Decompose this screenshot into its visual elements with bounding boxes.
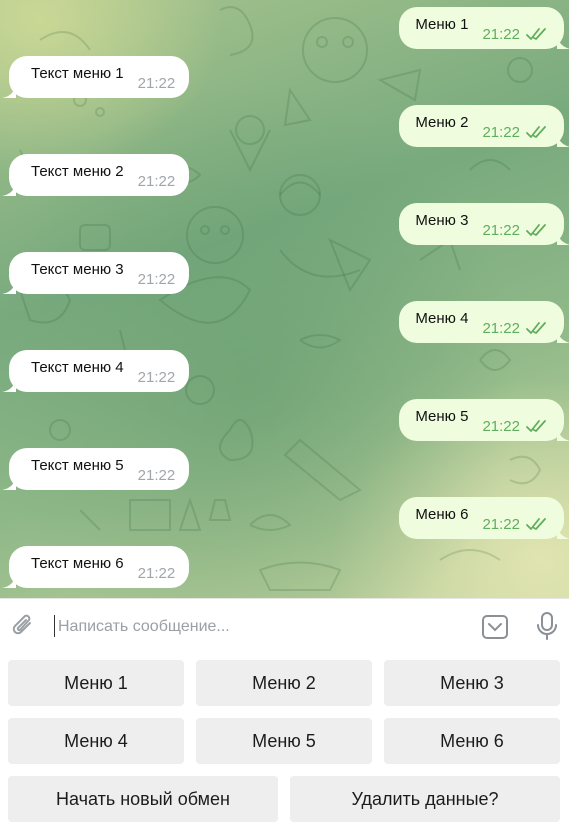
incoming-message[interactable]: Текст меню 4 21:22 bbox=[2, 350, 190, 392]
keyboard-button[interactable]: Меню 4 bbox=[8, 718, 184, 764]
double-check-icon bbox=[526, 420, 546, 432]
message-time: 21:22 bbox=[137, 270, 176, 288]
keyboard-button[interactable]: Меню 2 bbox=[196, 660, 372, 706]
message-time: 21:22 bbox=[137, 466, 176, 484]
message-time: 21:22 bbox=[137, 74, 176, 92]
bubble-tail bbox=[557, 329, 569, 343]
outgoing-message[interactable]: Меню 1 21:22 bbox=[399, 7, 569, 49]
keyboard-button[interactable]: Удалить данные? bbox=[290, 776, 560, 822]
keyboard-button[interactable]: Меню 3 bbox=[384, 660, 560, 706]
bubble-tail bbox=[557, 427, 569, 441]
outgoing-message[interactable]: Меню 5 21:22 bbox=[399, 399, 569, 441]
keyboard-button[interactable]: Меню 6 bbox=[384, 718, 560, 764]
message-composer bbox=[0, 598, 569, 654]
message-input[interactable] bbox=[58, 613, 458, 641]
message-time: 21:22 bbox=[482, 25, 520, 43]
double-check-icon bbox=[526, 322, 546, 334]
message-text: Меню 5 bbox=[415, 407, 469, 425]
incoming-message[interactable]: Текст меню 3 21:22 bbox=[2, 252, 190, 294]
bubble-tail bbox=[2, 378, 16, 392]
message-text: Текст меню 4 bbox=[31, 358, 124, 376]
outgoing-message[interactable]: Меню 4 21:22 bbox=[399, 301, 569, 343]
bubble-tail bbox=[2, 280, 16, 294]
bubble-tail bbox=[2, 574, 16, 588]
keyboard-button[interactable]: Меню 5 bbox=[196, 718, 372, 764]
incoming-message[interactable]: Текст меню 5 21:22 bbox=[2, 448, 190, 490]
keyboard-button[interactable]: Меню 1 bbox=[8, 660, 184, 706]
text-caret bbox=[54, 615, 55, 637]
double-check-icon bbox=[526, 518, 546, 530]
message-text: Меню 4 bbox=[415, 309, 469, 327]
double-check-icon bbox=[526, 126, 546, 138]
message-text: Текст меню 5 bbox=[31, 456, 124, 474]
message-text: Текст меню 3 bbox=[31, 260, 124, 278]
bubble-tail bbox=[557, 525, 569, 539]
message-text: Меню 3 bbox=[415, 211, 469, 229]
chat-area[interactable]: Меню 1 21:22 Текст меню 1 21:22 Меню 2 21:22 Т… bbox=[0, 0, 569, 598]
message-time: 21:22 bbox=[137, 368, 176, 386]
message-text: Меню 2 bbox=[415, 113, 469, 131]
message-text: Текст меню 6 bbox=[31, 554, 124, 572]
message-time: 21:22 bbox=[137, 564, 176, 582]
message-time: 21:22 bbox=[482, 417, 520, 435]
message-time: 21:22 bbox=[482, 515, 520, 533]
reply-keyboard: Меню 1 Меню 2 Меню 3 Меню 4 Меню 5 Меню 6 Нача… bbox=[0, 654, 569, 829]
message-time: 21:22 bbox=[482, 221, 520, 239]
incoming-message[interactable]: Текст меню 2 21:22 bbox=[2, 154, 190, 196]
outgoing-message[interactable]: Меню 3 21:22 bbox=[399, 203, 569, 245]
message-time: 21:22 bbox=[482, 319, 520, 337]
bubble-tail bbox=[557, 133, 569, 147]
bubble-tail bbox=[557, 35, 569, 49]
incoming-message[interactable]: Текст меню 6 21:22 bbox=[2, 546, 190, 588]
bubble-tail bbox=[2, 182, 16, 196]
outgoing-message[interactable]: Меню 6 21:22 bbox=[399, 497, 569, 539]
keyboard-toggle-icon[interactable] bbox=[481, 613, 509, 641]
double-check-icon bbox=[526, 224, 546, 236]
double-check-icon bbox=[526, 28, 546, 40]
bubble-tail bbox=[2, 476, 16, 490]
paperclip-icon[interactable] bbox=[10, 613, 38, 641]
message-text: Текст меню 2 bbox=[31, 162, 124, 180]
microphone-icon[interactable] bbox=[533, 611, 561, 641]
message-text: Меню 1 bbox=[415, 15, 469, 33]
incoming-message[interactable]: Текст меню 1 21:22 bbox=[2, 56, 190, 98]
message-text: Меню 6 bbox=[415, 505, 469, 523]
bubble-tail bbox=[557, 231, 569, 245]
message-time: 21:22 bbox=[482, 123, 520, 141]
keyboard-button[interactable]: Начать новый обмен bbox=[8, 776, 278, 822]
message-time: 21:22 bbox=[137, 172, 176, 190]
bubble-tail bbox=[2, 84, 16, 98]
outgoing-message[interactable]: Меню 2 21:22 bbox=[399, 105, 569, 147]
message-text: Текст меню 1 bbox=[31, 64, 124, 82]
